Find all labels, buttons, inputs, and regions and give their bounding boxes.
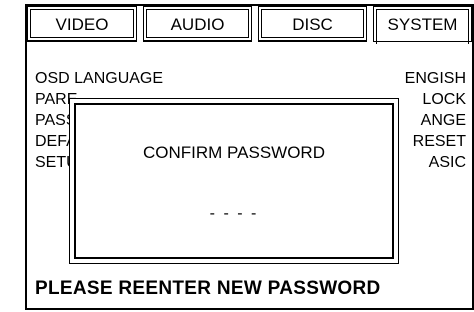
dialog-title: CONFIRM PASSWORD — [143, 143, 325, 162]
confirm-password-dialog: CONFIRM PASSWORD - - - - — [69, 98, 399, 264]
tab-system-label: SYSTEM — [387, 15, 458, 34]
tab-audio[interactable]: AUDIO — [143, 6, 252, 42]
tab-bar: VIDEO AUDIO DISC SYSTEM — [27, 6, 472, 44]
tab-video[interactable]: VIDEO — [27, 6, 137, 42]
tab-video-label: VIDEO — [55, 15, 109, 34]
setting-value: RESET — [412, 133, 466, 150]
setting-value: LOCK — [422, 91, 466, 108]
setting-row-osd-language[interactable]: OSD LANGUAGE ENGISH — [35, 68, 466, 89]
setting-value: ASIC — [428, 154, 466, 171]
password-input[interactable]: - - - - — [70, 205, 398, 223]
setup-menu-window: VIDEO AUDIO DISC SYSTEM OSD LANGUAGE ENG… — [25, 4, 474, 310]
tab-disc[interactable]: DISC — [258, 6, 367, 42]
setting-value: ENGISH — [404, 70, 466, 87]
tab-audio-label: AUDIO — [170, 15, 225, 34]
tab-disc-label: DISC — [292, 15, 333, 34]
setting-value: ANGE — [420, 112, 466, 129]
tab-system[interactable]: SYSTEM — [373, 6, 472, 44]
setting-label: OSD LANGUAGE — [35, 70, 164, 87]
status-message: PLEASE REENTER NEW PASSWORD — [35, 278, 381, 299]
